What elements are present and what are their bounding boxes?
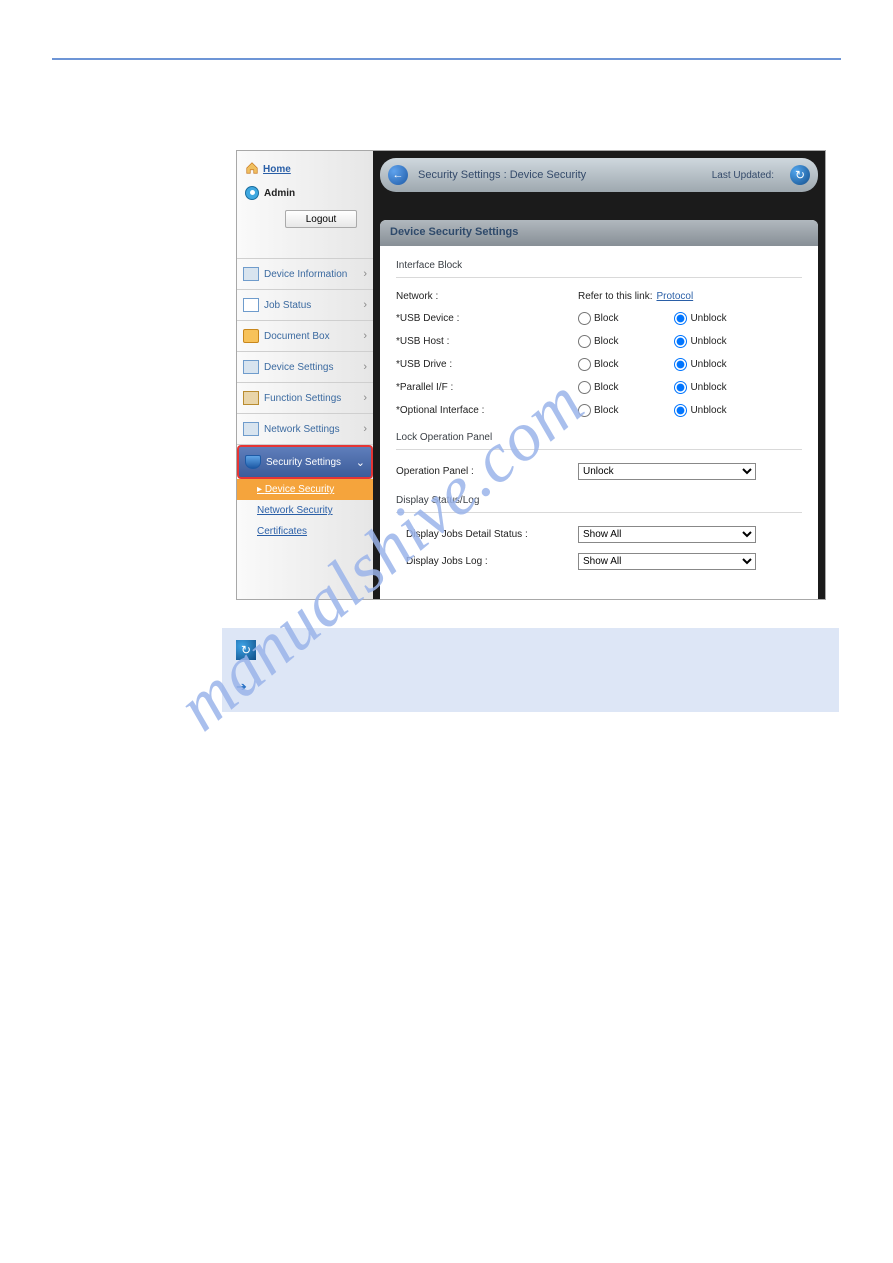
chevron-right-icon: › (363, 392, 367, 404)
app-window: Home Admin Logout Device Information › J… (236, 150, 826, 600)
row-parallel-if: *Parallel I/F : Block Unblock (396, 376, 802, 399)
shield-icon (245, 455, 261, 469)
sidebar-item-label: Document Box (264, 331, 330, 342)
sidebar-item-label: Function Settings (264, 393, 341, 404)
sidebar-item-label: Job Status (264, 300, 311, 311)
section-title-display-status: Display Status/Log (396, 495, 802, 506)
sidebar: Home Admin Logout Device Information › J… (237, 151, 373, 599)
sidebar-item-device-settings[interactable]: Device Settings › (237, 352, 373, 383)
user-icon (245, 186, 259, 200)
sidebar-item-security-settings[interactable]: Security Settings ⌄ (237, 445, 373, 479)
chevron-right-icon: › (363, 423, 367, 435)
note-box: ↻ ➔ (222, 628, 839, 712)
arrow-right-icon: ➔ (236, 679, 247, 694)
network-hint: Refer to this link: (578, 291, 652, 302)
protocol-link[interactable]: Protocol (656, 291, 693, 302)
user-label: Admin (264, 188, 295, 199)
row-usb-device: *USB Device : Block Unblock (396, 307, 802, 330)
radio-block[interactable]: Block (578, 312, 618, 325)
sidebar-subitems: Device Security Network Security Certifi… (237, 479, 373, 542)
sidebar-subitem-certificates[interactable]: Certificates (237, 521, 373, 542)
refresh-icon: ↻ (795, 168, 805, 182)
arrow-left-icon: ← (393, 169, 404, 181)
note-refresh-icon: ↻ (236, 640, 256, 660)
pane-title: Device Security Settings (380, 220, 818, 246)
sidebar-item-label: Security Settings (266, 457, 341, 468)
row-label: Network : (396, 291, 578, 302)
sidebar-item-label: Device Information (264, 269, 347, 280)
chevron-down-icon: ⌄ (356, 456, 365, 469)
content-area: ← Security Settings : Device Security La… (373, 151, 825, 599)
job-status-icon (243, 298, 259, 312)
last-updated-label: Last Updated: (712, 170, 780, 181)
sidebar-user: Admin (245, 184, 365, 210)
radio-block[interactable]: Block (578, 381, 618, 394)
content-header: ← Security Settings : Device Security La… (380, 158, 818, 192)
chevron-right-icon: › (363, 268, 367, 280)
section-title-lock-panel: Lock Operation Panel (396, 432, 802, 443)
sidebar-item-device-information[interactable]: Device Information › (237, 259, 373, 290)
back-button[interactable]: ← (388, 165, 408, 185)
home-icon (245, 161, 259, 178)
sidebar-subitem-device-security[interactable]: Device Security (237, 479, 373, 500)
sidebar-item-job-status[interactable]: Job Status › (237, 290, 373, 321)
row-display-jobs-log: Display Jobs Log : Show All (396, 548, 802, 575)
chevron-right-icon: › (363, 299, 367, 311)
radio-unblock[interactable]: Unblock (674, 312, 726, 325)
row-label: *Optional Interface : (396, 405, 578, 416)
sidebar-item-network-settings[interactable]: Network Settings › (237, 414, 373, 445)
row-usb-drive: *USB Drive : Block Unblock (396, 353, 802, 376)
row-label: *USB Host : (396, 336, 578, 347)
row-display-jobs-detail: Display Jobs Detail Status : Show All (396, 521, 802, 548)
sidebar-subitem-network-security[interactable]: Network Security (237, 500, 373, 521)
radio-unblock[interactable]: Unblock (674, 335, 726, 348)
row-label: Display Jobs Log : (396, 556, 578, 567)
settings-pane: Device Security Settings Interface Block… (380, 220, 818, 599)
network-settings-icon (243, 422, 259, 436)
section-divider (396, 277, 802, 278)
function-settings-icon (243, 391, 259, 405)
display-jobs-detail-select[interactable]: Show All (578, 526, 756, 543)
sidebar-item-function-settings[interactable]: Function Settings › (237, 383, 373, 414)
section-title-interface-block: Interface Block (396, 260, 802, 271)
device-settings-icon (243, 360, 259, 374)
row-label: Display Jobs Detail Status : (396, 529, 578, 540)
row-network: Network : Refer to this link: Protocol (396, 286, 802, 307)
chevron-right-icon: › (363, 330, 367, 342)
refresh-button[interactable]: ↻ (790, 165, 810, 185)
radio-unblock[interactable]: Unblock (674, 358, 726, 371)
logout-button[interactable]: Logout (285, 210, 357, 228)
row-usb-host: *USB Host : Block Unblock (396, 330, 802, 353)
row-optional-interface: *Optional Interface : Block Unblock (396, 399, 802, 422)
home-link[interactable]: Home (263, 164, 291, 175)
row-label: *USB Device : (396, 313, 578, 324)
sidebar-item-label: Network Settings (264, 424, 340, 435)
radio-block[interactable]: Block (578, 358, 618, 371)
radio-block[interactable]: Block (578, 404, 618, 417)
device-info-icon (243, 267, 259, 281)
radio-block[interactable]: Block (578, 335, 618, 348)
chevron-right-icon: › (363, 361, 367, 373)
sidebar-item-document-box[interactable]: Document Box › (237, 321, 373, 352)
document-box-icon (243, 329, 259, 343)
page-divider (52, 58, 841, 60)
row-label: Operation Panel : (396, 466, 578, 477)
display-jobs-log-select[interactable]: Show All (578, 553, 756, 570)
row-operation-panel: Operation Panel : Unlock (396, 458, 802, 485)
row-label: *USB Drive : (396, 359, 578, 370)
section-divider (396, 512, 802, 513)
operation-panel-select[interactable]: Unlock (578, 463, 756, 480)
sidebar-nav: Device Information › Job Status › Docume… (237, 258, 373, 542)
breadcrumb: Security Settings : Device Security (418, 169, 702, 181)
radio-unblock[interactable]: Unblock (674, 381, 726, 394)
sidebar-item-label: Device Settings (264, 362, 333, 373)
radio-unblock[interactable]: Unblock (674, 404, 726, 417)
section-divider (396, 449, 802, 450)
row-label: *Parallel I/F : (396, 382, 578, 393)
sidebar-home[interactable]: Home (245, 157, 365, 184)
